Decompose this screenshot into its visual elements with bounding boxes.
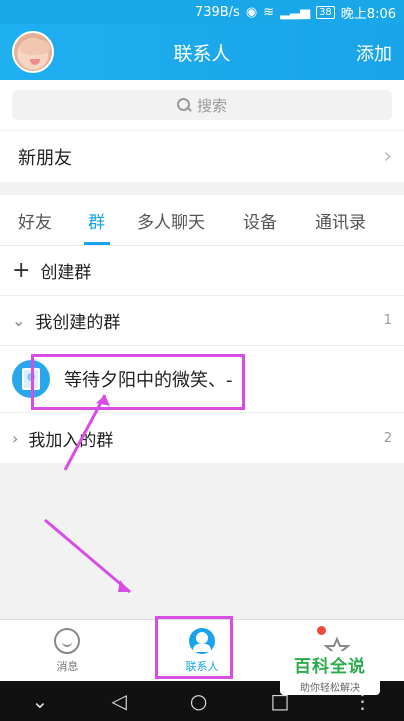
message-icon	[54, 628, 81, 654]
battery-icon: 38	[316, 5, 335, 19]
signal-icon: ▂▃▅	[280, 4, 311, 20]
arrowhead-down	[118, 580, 130, 592]
tab-groups[interactable]: 群	[88, 195, 105, 245]
page-title: 联系人	[173, 42, 231, 65]
notification-badge	[317, 626, 327, 635]
highlight-box	[31, 354, 245, 410]
group-count: 1	[383, 313, 392, 328]
new-friends-label: 新朋友	[18, 147, 72, 169]
chevron-right-icon: ›	[383, 144, 392, 169]
eye-icon: ◉	[245, 4, 258, 20]
add-button[interactable]: 添加	[356, 40, 392, 66]
clock: 晚上8:06	[340, 6, 396, 22]
create-group-label: 创建群	[40, 263, 92, 283]
tab-multi-chat[interactable]: 多人聊天	[137, 195, 205, 245]
tab-friends[interactable]: 好友	[18, 195, 52, 245]
my-created-label: 我创建的群	[35, 313, 121, 333]
my-created-groups-row[interactable]: ⌄ 我创建的群 1	[0, 296, 404, 346]
new-friends-row[interactable]: 新朋友 ›	[0, 131, 404, 182]
watermark: 百科全说 助你轻松解决	[280, 651, 380, 695]
tab-address-book[interactable]: 通讯录	[315, 195, 366, 245]
wifi-icon: ≋	[263, 4, 275, 20]
network-speed: 739B/s	[194, 4, 240, 20]
plus-icon: +	[12, 258, 31, 283]
create-group-row[interactable]: + 创建群	[0, 246, 404, 296]
my-joined-groups-row[interactable]: › 我加入的群 2	[0, 413, 404, 463]
tab-devices[interactable]: 设备	[243, 195, 277, 245]
chevron-right-icon: ›	[12, 428, 19, 448]
watermark-subtitle: 助你轻松解决	[300, 683, 360, 694]
avatar[interactable]	[12, 31, 54, 73]
group-list: + 创建群 ⌄ 我创建的群 1 等待夕阳中的微笑、- › 我加入的群 2	[0, 246, 404, 463]
app-header: 联系人 添加	[0, 24, 404, 80]
contacts-tabs: 好友 群 多人聊天 设备 通讯录	[0, 195, 404, 246]
search-icon	[176, 98, 191, 112]
group-count: 2	[383, 430, 392, 446]
nav-highlight-box	[155, 616, 233, 679]
my-joined-label: 我加入的群	[28, 430, 114, 451]
search-area: 搜索	[0, 80, 404, 130]
watermark-title: 百科全说	[294, 657, 366, 677]
back-icon[interactable]: ◁	[111, 689, 126, 713]
list-item[interactable]: 等待夕阳中的微笑、-	[0, 346, 404, 413]
arrow-to-nav	[44, 518, 131, 594]
home-icon[interactable]: ○	[190, 689, 207, 713]
chevron-down-icon[interactable]: ⌄	[32, 689, 49, 713]
nav-messages[interactable]: 消息	[0, 620, 135, 682]
search-placeholder: 搜索	[196, 96, 227, 115]
status-bar: 739B/s ◉ ≋ ▂▃▅ 38 晚上8:06	[0, 0, 404, 24]
search-input[interactable]: 搜索	[12, 90, 392, 120]
chevron-down-icon: ⌄	[12, 311, 26, 330]
